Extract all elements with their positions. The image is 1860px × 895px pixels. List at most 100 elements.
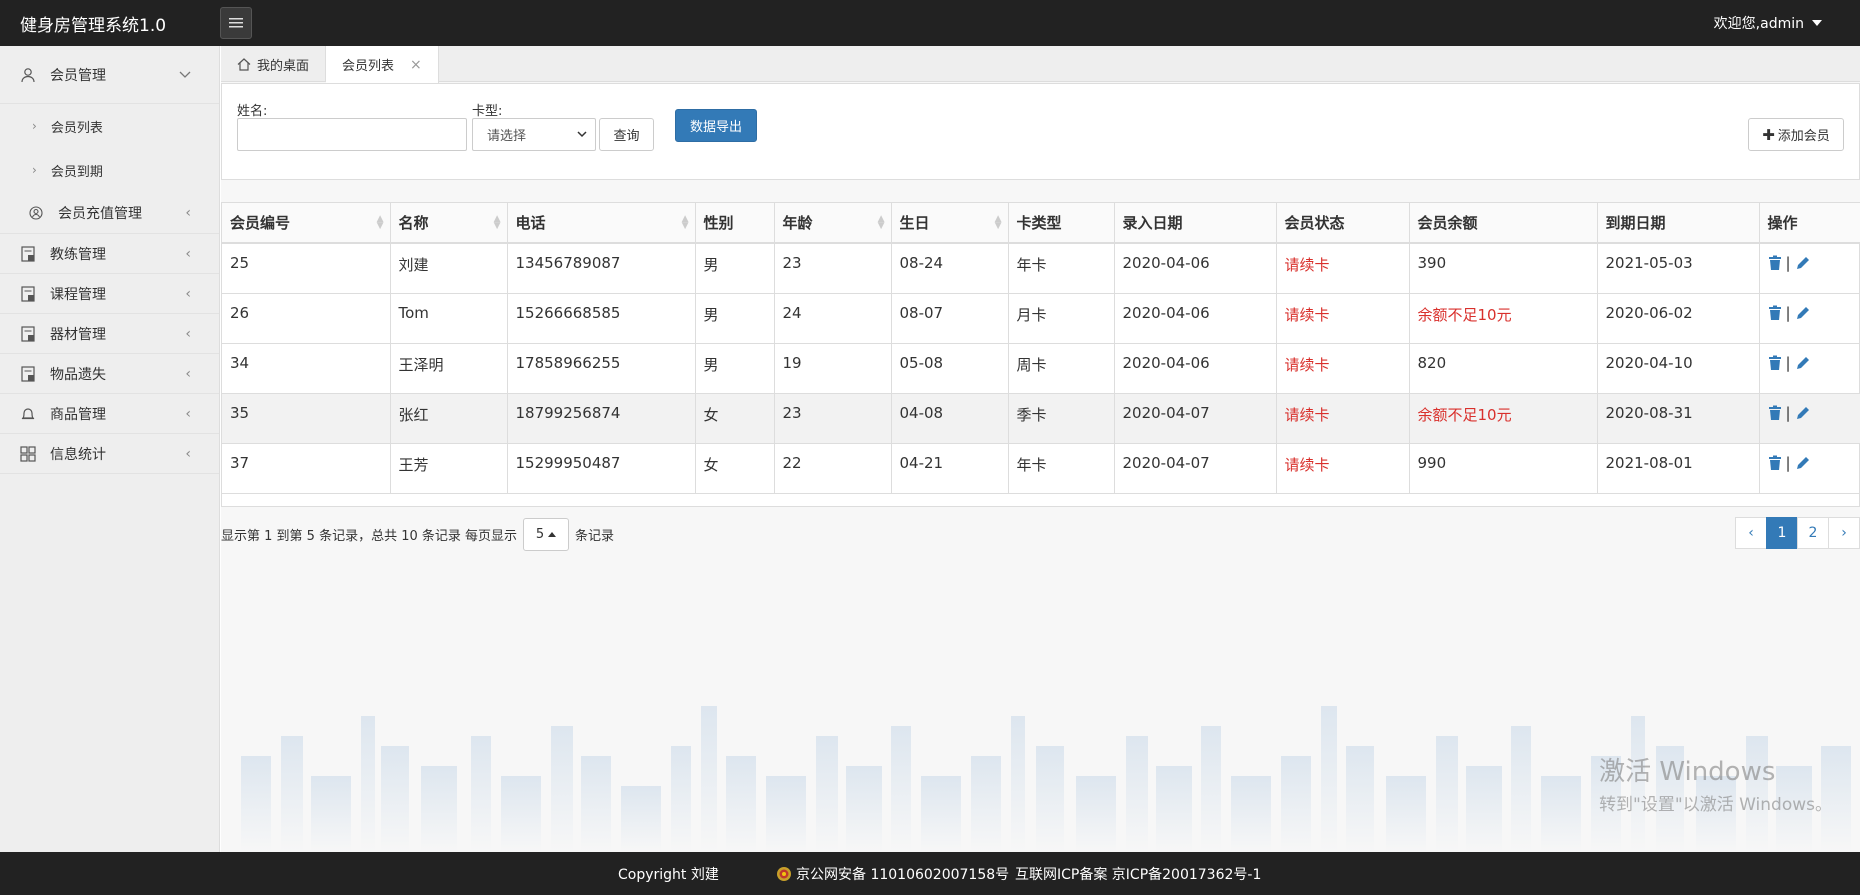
trash-icon[interactable] [1768, 405, 1782, 421]
cell-card: 年卡 [1008, 443, 1115, 494]
cell-status: 请续卡 [1276, 243, 1410, 294]
doc-icon [20, 325, 36, 342]
cell-status: 请续卡 [1276, 443, 1410, 494]
column-header[interactable]: 电话 ▲ ▼ [507, 203, 696, 244]
doc-icon [20, 285, 36, 302]
sidebar-item-member-list[interactable]: › 会员列表 [0, 104, 219, 148]
cell-id: 25 [222, 243, 391, 294]
chevron-right-icon: › [32, 163, 37, 177]
pencil-icon[interactable] [1795, 455, 1811, 471]
cell-gender: 男 [695, 293, 775, 344]
sidebar-item-member-mgmt[interactable]: 会员管理 [0, 46, 219, 104]
caret-down-icon [1812, 20, 1822, 26]
column-header[interactable]: 年龄 ▲ ▼ [774, 203, 892, 244]
column-header: 操作 [1759, 203, 1860, 244]
column-header: 会员状态 [1276, 203, 1410, 244]
cell-expire: 2020-08-31 [1597, 393, 1760, 444]
table-row: 35 张红 18799256874 女 23 04-08 季卡 2020-04-… [222, 393, 1860, 444]
app-brand[interactable]: 健身房管理系统1.0 [20, 11, 220, 36]
export-button[interactable]: 数据导出 [675, 109, 757, 142]
column-header[interactable]: 生日 ▲ ▼ [891, 203, 1009, 244]
prev-page-button[interactable]: ‹ [1735, 517, 1767, 549]
sidebar-item-lost-mgmt[interactable]: 物品遗失 ‹ [0, 354, 219, 394]
query-button[interactable]: 查询 [599, 118, 654, 151]
column-header: 性别 [695, 203, 775, 244]
op-separator: | [1785, 353, 1791, 372]
chevron-right-icon: › [32, 119, 37, 133]
cell-gender: 男 [695, 243, 775, 294]
cell-phone: 18799256874 [507, 393, 696, 444]
cell-phone: 17858966255 [507, 343, 696, 394]
sidebar-item-member-expire[interactable]: › 会员到期 [0, 148, 219, 192]
add-member-button[interactable]: ✚ 添加会员 [1748, 118, 1844, 151]
cell-date: 2020-04-07 [1114, 393, 1277, 444]
name-input[interactable] [237, 118, 467, 151]
tab-bar: 我的桌面 会员列表 × [221, 46, 1860, 83]
table-row: 26 Tom 15266668585 男 24 08-07 月卡 2020-04… [222, 293, 1860, 344]
next-page-button[interactable]: › [1828, 517, 1860, 549]
sidebar-item-stats[interactable]: 信息统计 ‹ [0, 434, 219, 474]
column-header: 到期日期 [1597, 203, 1760, 244]
pencil-icon[interactable] [1795, 255, 1811, 271]
trash-icon[interactable] [1768, 455, 1782, 471]
column-header: 卡类型 [1008, 203, 1115, 244]
card-type-select[interactable]: 请选择 [472, 118, 596, 151]
cell-id: 35 [222, 393, 391, 444]
cell-balance: 余额不足10元 [1409, 393, 1598, 444]
card-type-selected: 请选择 [487, 129, 527, 144]
tab-member-list[interactable]: 会员列表 × [326, 46, 439, 83]
user-circle-icon [28, 205, 44, 221]
tab-label: 我的桌面 [257, 58, 310, 74]
user-icon [20, 67, 36, 83]
sort-icon: ▲ ▼ [493, 214, 501, 231]
icp-record[interactable]: 互联网ICP备案 京ICP备20017362号-1 [1015, 864, 1261, 884]
sidebar-item-goods-mgmt[interactable]: 商品管理 ‹ [0, 394, 219, 434]
cell-birthday: 04-08 [891, 393, 1009, 444]
trash-icon[interactable] [1768, 355, 1782, 371]
page-size-dropdown[interactable]: 5 [523, 518, 570, 551]
cell-card: 周卡 [1008, 343, 1115, 394]
grid-icon [20, 445, 36, 462]
pencil-icon[interactable] [1795, 405, 1811, 421]
column-header[interactable]: 名称 ▲ ▼ [390, 203, 508, 244]
tab-desktop[interactable]: 我的桌面 [221, 46, 327, 82]
trash-icon[interactable] [1768, 255, 1782, 271]
user-menu[interactable]: 欢迎您,admin [1714, 13, 1822, 33]
cell-ops: | [1759, 393, 1860, 444]
tab-label: 会员列表 [342, 59, 395, 74]
sidebar-item-course-mgmt[interactable]: 课程管理 ‹ [0, 274, 219, 314]
op-separator: | [1785, 254, 1791, 272]
plus-icon: ✚ [1762, 125, 1775, 144]
close-icon[interactable]: × [410, 57, 422, 73]
cell-balance: 390 [1409, 243, 1598, 294]
chevron-down-icon [577, 128, 587, 141]
sidebar-item-equipment-mgmt[interactable]: 器材管理 ‹ [0, 314, 219, 354]
cell-card: 季卡 [1008, 393, 1115, 444]
sidebar-item-coach-mgmt[interactable]: 教练管理 ‹ [0, 234, 219, 274]
cell-phone: 15299950487 [507, 443, 696, 494]
cell-date: 2020-04-06 [1114, 293, 1277, 344]
cell-ops: | [1759, 343, 1860, 394]
chevron-left-icon: ‹ [185, 445, 191, 462]
menu-toggle-button[interactable] [220, 7, 252, 39]
pagination-suffix: 条记录 [575, 529, 615, 544]
table-row: 34 王泽明 17858966255 男 19 05-08 周卡 2020-04… [222, 343, 1860, 394]
column-header[interactable]: 会员编号 ▲ ▼ [222, 203, 391, 244]
sidebar-item-label: 会员到期 [50, 164, 103, 180]
op-separator: | [1785, 303, 1791, 322]
trash-icon[interactable] [1768, 305, 1782, 321]
pencil-icon[interactable] [1795, 305, 1811, 321]
page-2-button[interactable]: 2 [1797, 517, 1829, 549]
sidebar-item-recharge-mgmt[interactable]: 会员充值管理 ‹ [0, 192, 219, 234]
police-badge-icon [777, 866, 791, 881]
chevron-left-icon: ‹ [185, 285, 191, 302]
cell-name: 刘建 [390, 243, 508, 294]
pagination: ‹ 1 2 › [1735, 517, 1860, 549]
page-1-button[interactable]: 1 [1766, 517, 1798, 549]
cell-age: 19 [774, 343, 892, 394]
chevron-left-icon: ‹ [185, 325, 191, 342]
sort-icon: ▲ ▼ [994, 214, 1002, 231]
sidebar-item-label: 会员列表 [50, 120, 103, 136]
police-record[interactable]: 京公网安备 11010602007158号 [776, 864, 1009, 884]
pencil-icon[interactable] [1795, 355, 1811, 371]
